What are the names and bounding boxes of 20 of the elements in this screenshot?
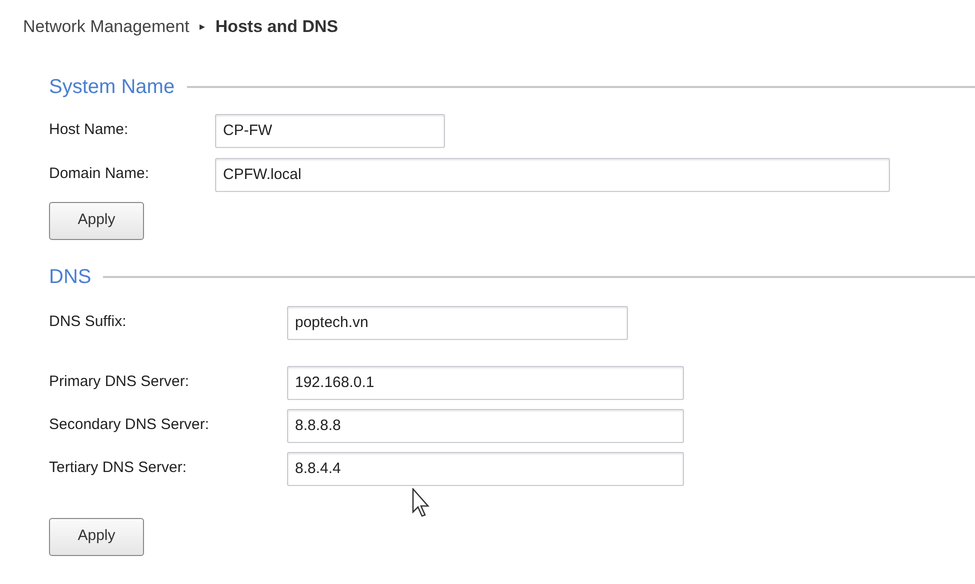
field-label: DNS Suffix:: [49, 312, 128, 332]
apply-button[interactable]: Apply: [49, 518, 144, 556]
text-field[interactable]: CPFW.local: [215, 158, 890, 192]
pointer-icon: [412, 488, 432, 518]
apply-button[interactable]: Apply: [49, 202, 144, 240]
field-label: Primary DNS Server:: [49, 372, 190, 392]
breadcrumb-link[interactable]: Network Management: [23, 14, 190, 40]
breadcrumb-separator: ▸: [199, 20, 206, 34]
text-field[interactable]: 192.168.0.1: [287, 366, 684, 400]
section-heading: DNS: [49, 264, 92, 290]
field-label: Domain Name:: [49, 164, 150, 184]
text-field[interactable]: poptech.vn: [287, 306, 628, 340]
text-field[interactable]: CP-FW: [215, 114, 445, 148]
field-label: Secondary DNS Server:: [49, 415, 210, 436]
text-field[interactable]: 8.8.4.4: [287, 452, 684, 486]
page-title: Hosts and DNS: [215, 16, 338, 38]
field-label: Tertiary DNS Server:: [49, 458, 188, 478]
section-heading: System Name: [49, 74, 175, 100]
field-label: Host Name:: [49, 120, 130, 140]
text-field[interactable]: 8.8.8.8: [287, 408, 684, 442]
